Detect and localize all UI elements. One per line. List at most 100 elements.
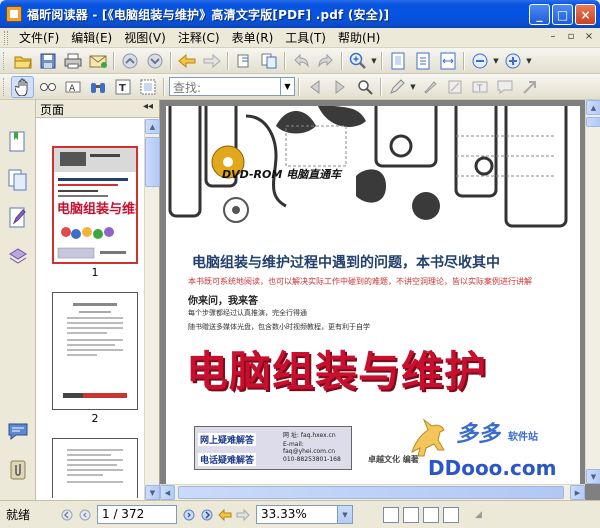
find-binoculars-button[interactable] [86, 76, 109, 98]
bookmarks-tab[interactable] [6, 130, 30, 154]
snapshot-button[interactable] [136, 76, 159, 98]
history-back-button[interactable] [216, 506, 234, 524]
fit-page-button[interactable] [386, 50, 409, 72]
last-page-button[interactable] [198, 506, 216, 524]
annotations-tab[interactable] [6, 206, 30, 230]
select-text-button[interactable]: A [61, 76, 84, 98]
resize-grip-icon[interactable]: ◢ [475, 510, 482, 520]
next-page-down-button[interactable] [143, 50, 166, 72]
menu-tools[interactable]: 工具(T) [279, 29, 332, 46]
fit-width-button[interactable] [436, 50, 459, 72]
page-bold-line: 你来问，我来答 [188, 296, 258, 307]
minimize-button[interactable]: _ [529, 4, 550, 25]
layers-tab[interactable] [6, 244, 30, 268]
app-icon[interactable] [6, 6, 22, 22]
toolbar-separator [380, 77, 381, 96]
first-page-button[interactable] [58, 506, 76, 524]
doc-scroll-right-button[interactable]: ▶ [570, 485, 585, 500]
doc-hscroll-thumb[interactable] [178, 486, 564, 499]
search-dropdown[interactable]: ▼ [281, 77, 295, 96]
menu-comment[interactable]: 注释(C) [172, 29, 226, 46]
callout-tool-button[interactable] [493, 76, 516, 98]
read-mode-button[interactable] [36, 76, 59, 98]
doc-scroll-left-button[interactable]: ◀ [160, 485, 175, 500]
print-button[interactable] [61, 50, 84, 72]
find-prev-button[interactable] [303, 76, 326, 98]
document-hscrollbar[interactable]: ◀ ▶ [160, 484, 585, 500]
page-thumbnail-1[interactable]: 电脑组装与维护 [52, 146, 148, 264]
undo-button[interactable] [289, 50, 312, 72]
doc-vscroll-thumb[interactable] [586, 117, 600, 127]
save-button[interactable] [36, 50, 59, 72]
note-tool-dropdown[interactable]: ▼ [409, 83, 417, 91]
typewriter-tool-button[interactable]: T [468, 76, 491, 98]
email-button[interactable] [86, 50, 109, 72]
search-button[interactable] [353, 76, 376, 98]
attachments-tab[interactable] [6, 458, 30, 482]
toolbar-grip[interactable] [3, 51, 6, 70]
document-vscrollbar[interactable]: ▲ ▼ [585, 100, 600, 484]
scroll-up-button[interactable]: ▲ [145, 119, 160, 134]
zoom-out-button[interactable] [468, 50, 491, 72]
single-page-layout-button[interactable] [383, 506, 399, 523]
comments-tab[interactable] [6, 420, 30, 444]
maximize-button[interactable]: □ [552, 4, 573, 25]
page-thumbnail-3[interactable] [52, 438, 138, 498]
highlight-tool-button[interactable] [418, 76, 441, 98]
cut-button[interactable] [232, 50, 255, 72]
actual-size-button[interactable] [411, 50, 434, 72]
prev-page-up-button[interactable] [118, 50, 141, 72]
next-page-button[interactable] [180, 506, 198, 524]
pdf-page[interactable]: DVD-ROM 电脑直通车 电脑组装与维护过程中遇到的问题，本书尽收其中 本书既… [166, 106, 580, 486]
toolbar-separator [113, 51, 114, 70]
menu-edit[interactable]: 编辑(E) [65, 29, 118, 46]
text-view-button[interactable]: T [111, 76, 134, 98]
copy-button[interactable] [257, 50, 280, 72]
zoom-level-dropdown[interactable]: ▼ [338, 505, 353, 524]
zoom-in-button[interactable] [501, 50, 524, 72]
title-bar[interactable]: 福昕阅读器 - [《电脑组装与维护》高清文字版[PDF] .pdf (安全)] … [0, 0, 600, 28]
menu-view[interactable]: 视图(V) [118, 29, 172, 46]
scroll-thumb[interactable] [145, 137, 160, 187]
zoom-out-dropdown[interactable]: ▼ [492, 57, 500, 65]
menu-help[interactable]: 帮助(H) [332, 29, 386, 46]
facing-layout-button[interactable] [423, 506, 439, 523]
toolbar-grip[interactable] [3, 77, 6, 96]
panel-collapse-button[interactable]: ◂◂ [143, 101, 153, 112]
redo-icon [317, 53, 333, 68]
redo-button[interactable] [314, 50, 337, 72]
doc-restore-button[interactable]: ▫ [564, 31, 578, 44]
callout-icon [497, 80, 512, 94]
doc-minimize-button[interactable]: – [546, 31, 560, 44]
document-view[interactable]: DVD-ROM 电脑直通车 电脑组装与维护过程中遇到的问题，本书尽收其中 本书既… [160, 100, 600, 500]
find-next-button[interactable] [328, 76, 351, 98]
doc-scroll-down-button[interactable]: ▼ [586, 469, 600, 484]
previous-page-button[interactable] [76, 506, 94, 524]
menu-form[interactable]: 表单(R) [226, 29, 280, 46]
stamp-tool-button[interactable] [443, 76, 466, 98]
search-input[interactable]: 查找: [169, 77, 281, 96]
thumbnail-scrollbar[interactable]: ▲ ▼ [144, 119, 160, 500]
continuous-layout-button[interactable] [403, 506, 419, 523]
note-tool-button[interactable] [385, 76, 408, 98]
forward-button[interactable] [200, 50, 223, 72]
zoom-in-tool-button[interactable] [346, 50, 369, 72]
menu-grip[interactable] [4, 30, 8, 45]
arrow-tool-button[interactable] [518, 76, 541, 98]
zoom-level-input[interactable]: 33.33% [256, 505, 338, 524]
page-thumbnail-2[interactable] [52, 292, 138, 410]
back-button[interactable] [175, 50, 198, 72]
pages-tab[interactable] [6, 168, 30, 192]
hand-tool-button[interactable] [11, 75, 34, 98]
scroll-down-button[interactable]: ▼ [145, 485, 160, 500]
continuous-facing-layout-button[interactable] [443, 506, 459, 523]
doc-close-button[interactable]: × [582, 31, 596, 44]
doc-scroll-up-button[interactable]: ▲ [586, 100, 600, 115]
zoom-tool-dropdown[interactable]: ▼ [370, 57, 378, 65]
history-forward-button[interactable] [234, 506, 252, 524]
menu-file[interactable]: 文件(F) [13, 29, 65, 46]
zoom-in-dropdown[interactable]: ▼ [525, 57, 533, 65]
page-number-input[interactable]: 1 / 372 [97, 505, 177, 524]
close-button[interactable]: × [575, 4, 596, 25]
open-button[interactable] [11, 50, 34, 72]
